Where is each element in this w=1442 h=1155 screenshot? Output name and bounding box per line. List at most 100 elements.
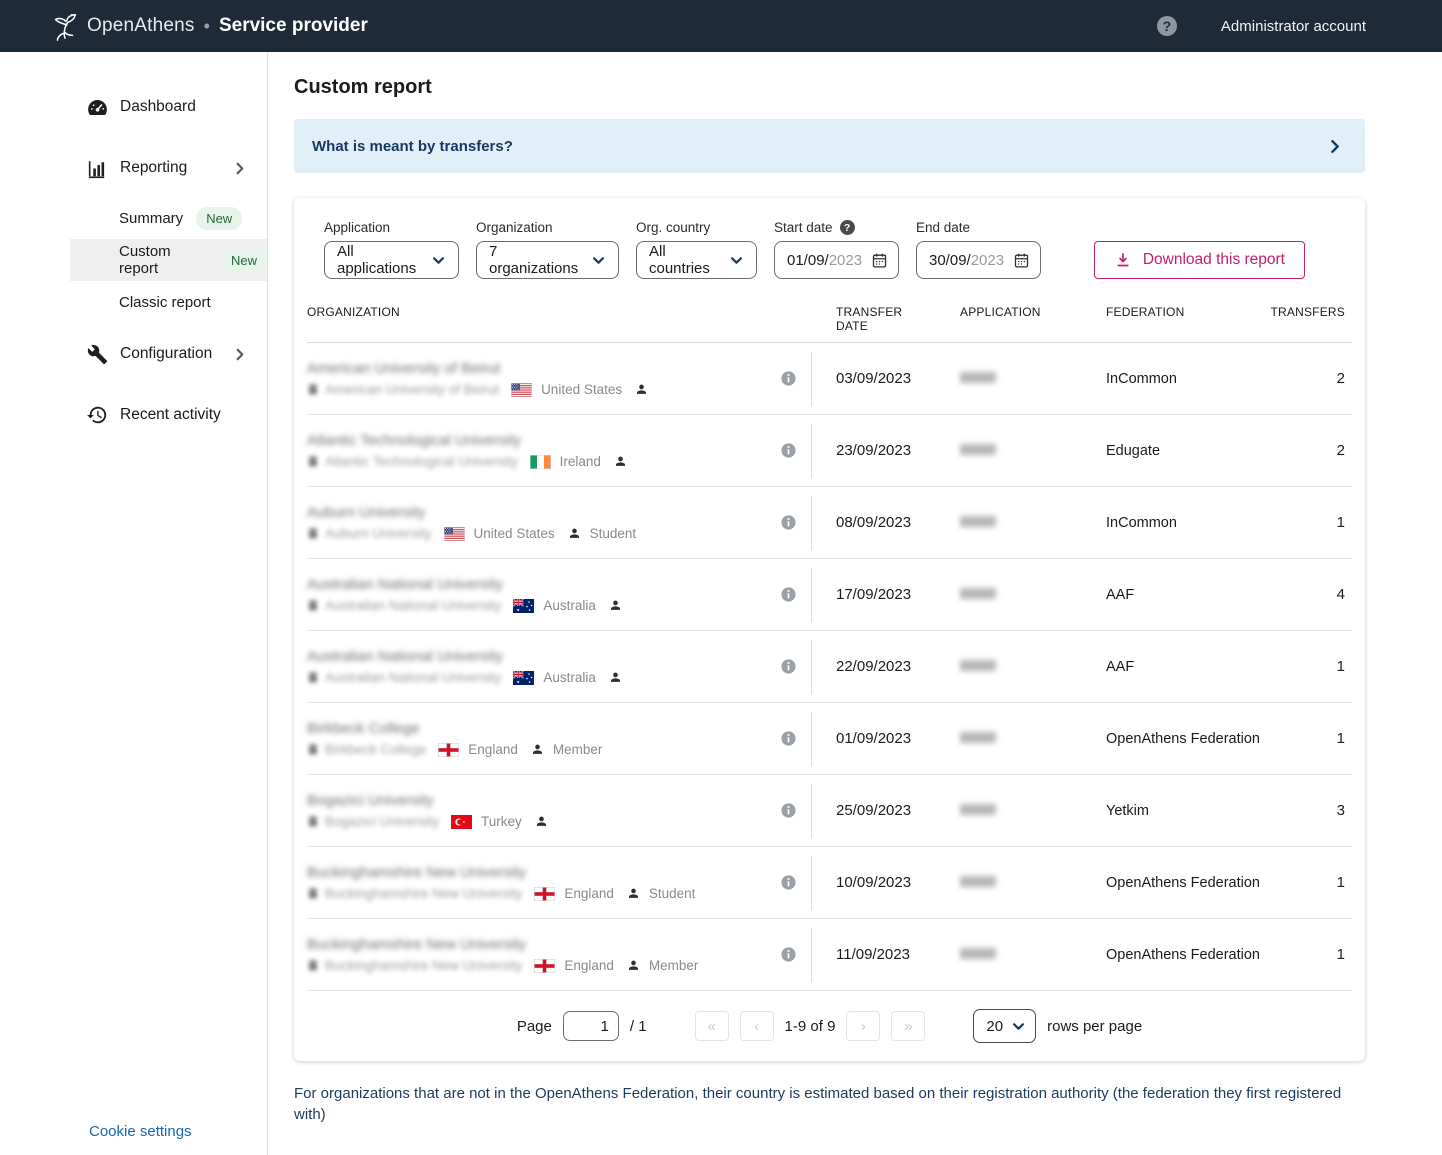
chevron-right-icon — [232, 161, 247, 176]
new-badge: New — [221, 249, 267, 272]
rows-per-page-select[interactable]: 20 — [973, 1009, 1036, 1043]
application-redacted — [960, 732, 996, 743]
org-subname: Auburn University — [325, 526, 432, 541]
rows-per-page-value: 20 — [986, 1018, 1003, 1035]
sidebar-item-configuration[interactable]: Configuration — [0, 330, 267, 378]
start-date-label-text: Start date — [774, 220, 833, 235]
table-row: American University of Beirut American U… — [307, 343, 1352, 415]
sidebar-item-dashboard[interactable]: Dashboard — [0, 83, 267, 131]
first-page-button[interactable]: « — [695, 1011, 729, 1041]
org-country: England — [564, 886, 614, 901]
application-filter-select[interactable]: All applications — [324, 241, 459, 279]
start-date-value: 01/09/2023 — [787, 252, 862, 269]
org-name: Bogazici University — [307, 792, 765, 809]
table-row: Buckinghamshire New University Buckingha… — [307, 847, 1352, 919]
transfer-date: 22/09/2023 — [812, 658, 936, 675]
transfers-count: 1 — [1260, 730, 1352, 747]
sidebar-item-summary[interactable]: Summary New — [70, 197, 267, 239]
organization-filter-select[interactable]: 7 organizations — [476, 241, 619, 279]
dashboard-icon — [85, 96, 109, 119]
org-subname: Buckinghamshire New University — [325, 958, 522, 973]
bar-chart-icon — [85, 157, 109, 180]
info-icon[interactable] — [780, 658, 797, 675]
chevron-right-icon — [1326, 138, 1343, 155]
country-filter-select[interactable]: All countries — [636, 241, 757, 279]
au-flag-icon — [513, 671, 534, 685]
transfers-count: 1 — [1260, 946, 1352, 963]
org-subname-redacted: Birkbeck College — [307, 742, 426, 757]
sidebar-item-recent-activity[interactable]: Recent activity — [0, 391, 267, 439]
info-icon[interactable] — [780, 730, 797, 747]
transfer-date: 08/09/2023 — [812, 514, 936, 531]
info-icon[interactable] — [780, 370, 797, 387]
application-redacted — [960, 660, 996, 671]
person-icon — [531, 743, 544, 756]
next-page-button[interactable]: › — [846, 1011, 880, 1041]
sidebar-item-label: Recent activity — [120, 406, 221, 424]
transfers-count: 1 — [1260, 658, 1352, 675]
sidebar-item-reporting[interactable]: Reporting — [0, 144, 267, 192]
sidebar-item-custom-report[interactable]: Custom report New — [70, 239, 267, 281]
info-icon[interactable] — [780, 442, 797, 459]
org-name: American University of Beirut — [307, 360, 765, 377]
main-content: Custom report What is meant by transfers… — [268, 52, 1442, 1155]
org-name: Buckinghamshire New University — [307, 864, 765, 881]
table-row: Atlantic Technological University Atlant… — [307, 415, 1352, 487]
page-number-input[interactable] — [563, 1011, 619, 1041]
openathens-logo-icon — [50, 10, 80, 42]
transfers-count: 3 — [1260, 802, 1352, 819]
org-country: Australia — [543, 670, 596, 685]
start-date-help-icon[interactable]: ? — [840, 220, 855, 235]
federation: OpenAthens Federation — [1082, 731, 1260, 747]
help-icon[interactable]: ? — [1157, 16, 1177, 36]
building-icon — [307, 743, 319, 756]
person-icon — [614, 455, 627, 468]
building-icon — [307, 887, 319, 900]
building-icon — [307, 671, 319, 684]
table-row: Australian National University Australia… — [307, 631, 1352, 703]
org-subname: American University of Beirut — [325, 382, 499, 397]
info-icon[interactable] — [780, 802, 797, 819]
org-subname-redacted: Buckinghamshire New University — [307, 886, 522, 901]
start-date-input[interactable]: 01/09/2023 — [774, 241, 899, 279]
org-name: Buckinghamshire New University — [307, 936, 765, 953]
calendar-icon[interactable] — [1013, 252, 1030, 269]
org-name: Auburn University — [307, 504, 765, 521]
info-icon[interactable] — [780, 586, 797, 603]
info-icon[interactable] — [780, 874, 797, 891]
org-role: Member — [649, 958, 699, 973]
federation: OpenAthens Federation — [1082, 875, 1260, 891]
table-row: Buckinghamshire New University Buckingha… — [307, 919, 1352, 991]
application-redacted — [960, 516, 996, 527]
end-date-input[interactable]: 30/09/2023 — [916, 241, 1041, 279]
person-icon — [635, 383, 648, 396]
table-row: Birkbeck College Birkbeck College Englan… — [307, 703, 1352, 775]
previous-page-button[interactable]: ‹ — [740, 1011, 774, 1041]
transfers-info-banner[interactable]: What is meant by transfers? — [294, 119, 1365, 173]
country-filter-label: Org. country — [636, 220, 757, 235]
download-report-button[interactable]: Download this report — [1094, 241, 1305, 279]
sidebar-item-label: Summary — [119, 210, 183, 227]
tr-flag-icon — [451, 815, 472, 829]
cookie-settings-link[interactable]: Cookie settings — [89, 1123, 192, 1140]
sidebar-item-classic-report[interactable]: Classic report — [70, 281, 267, 323]
brand-separator: • — [204, 16, 210, 37]
info-icon[interactable] — [780, 514, 797, 531]
account-menu[interactable]: Administrator account — [1221, 18, 1366, 35]
org-subname: Atlantic Technological University — [325, 454, 518, 469]
application-redacted — [960, 588, 996, 599]
brand-name: OpenAthens — [87, 15, 195, 37]
person-icon — [609, 671, 622, 684]
rows-range: 1-9 of 9 — [785, 1018, 836, 1035]
last-page-button[interactable]: » — [891, 1011, 925, 1041]
transfers-count: 2 — [1260, 442, 1352, 459]
new-badge: New — [196, 207, 242, 230]
sidebar: Dashboard Reporting Summary New Custom r… — [0, 52, 268, 1155]
sidebar-item-label: Reporting — [120, 159, 187, 177]
chevron-right-icon — [232, 347, 247, 362]
transfer-date: 11/09/2023 — [812, 946, 936, 963]
org-role: Member — [553, 742, 603, 757]
download-report-label: Download this report — [1143, 251, 1285, 269]
info-icon[interactable] — [780, 946, 797, 963]
calendar-icon[interactable] — [871, 252, 888, 269]
